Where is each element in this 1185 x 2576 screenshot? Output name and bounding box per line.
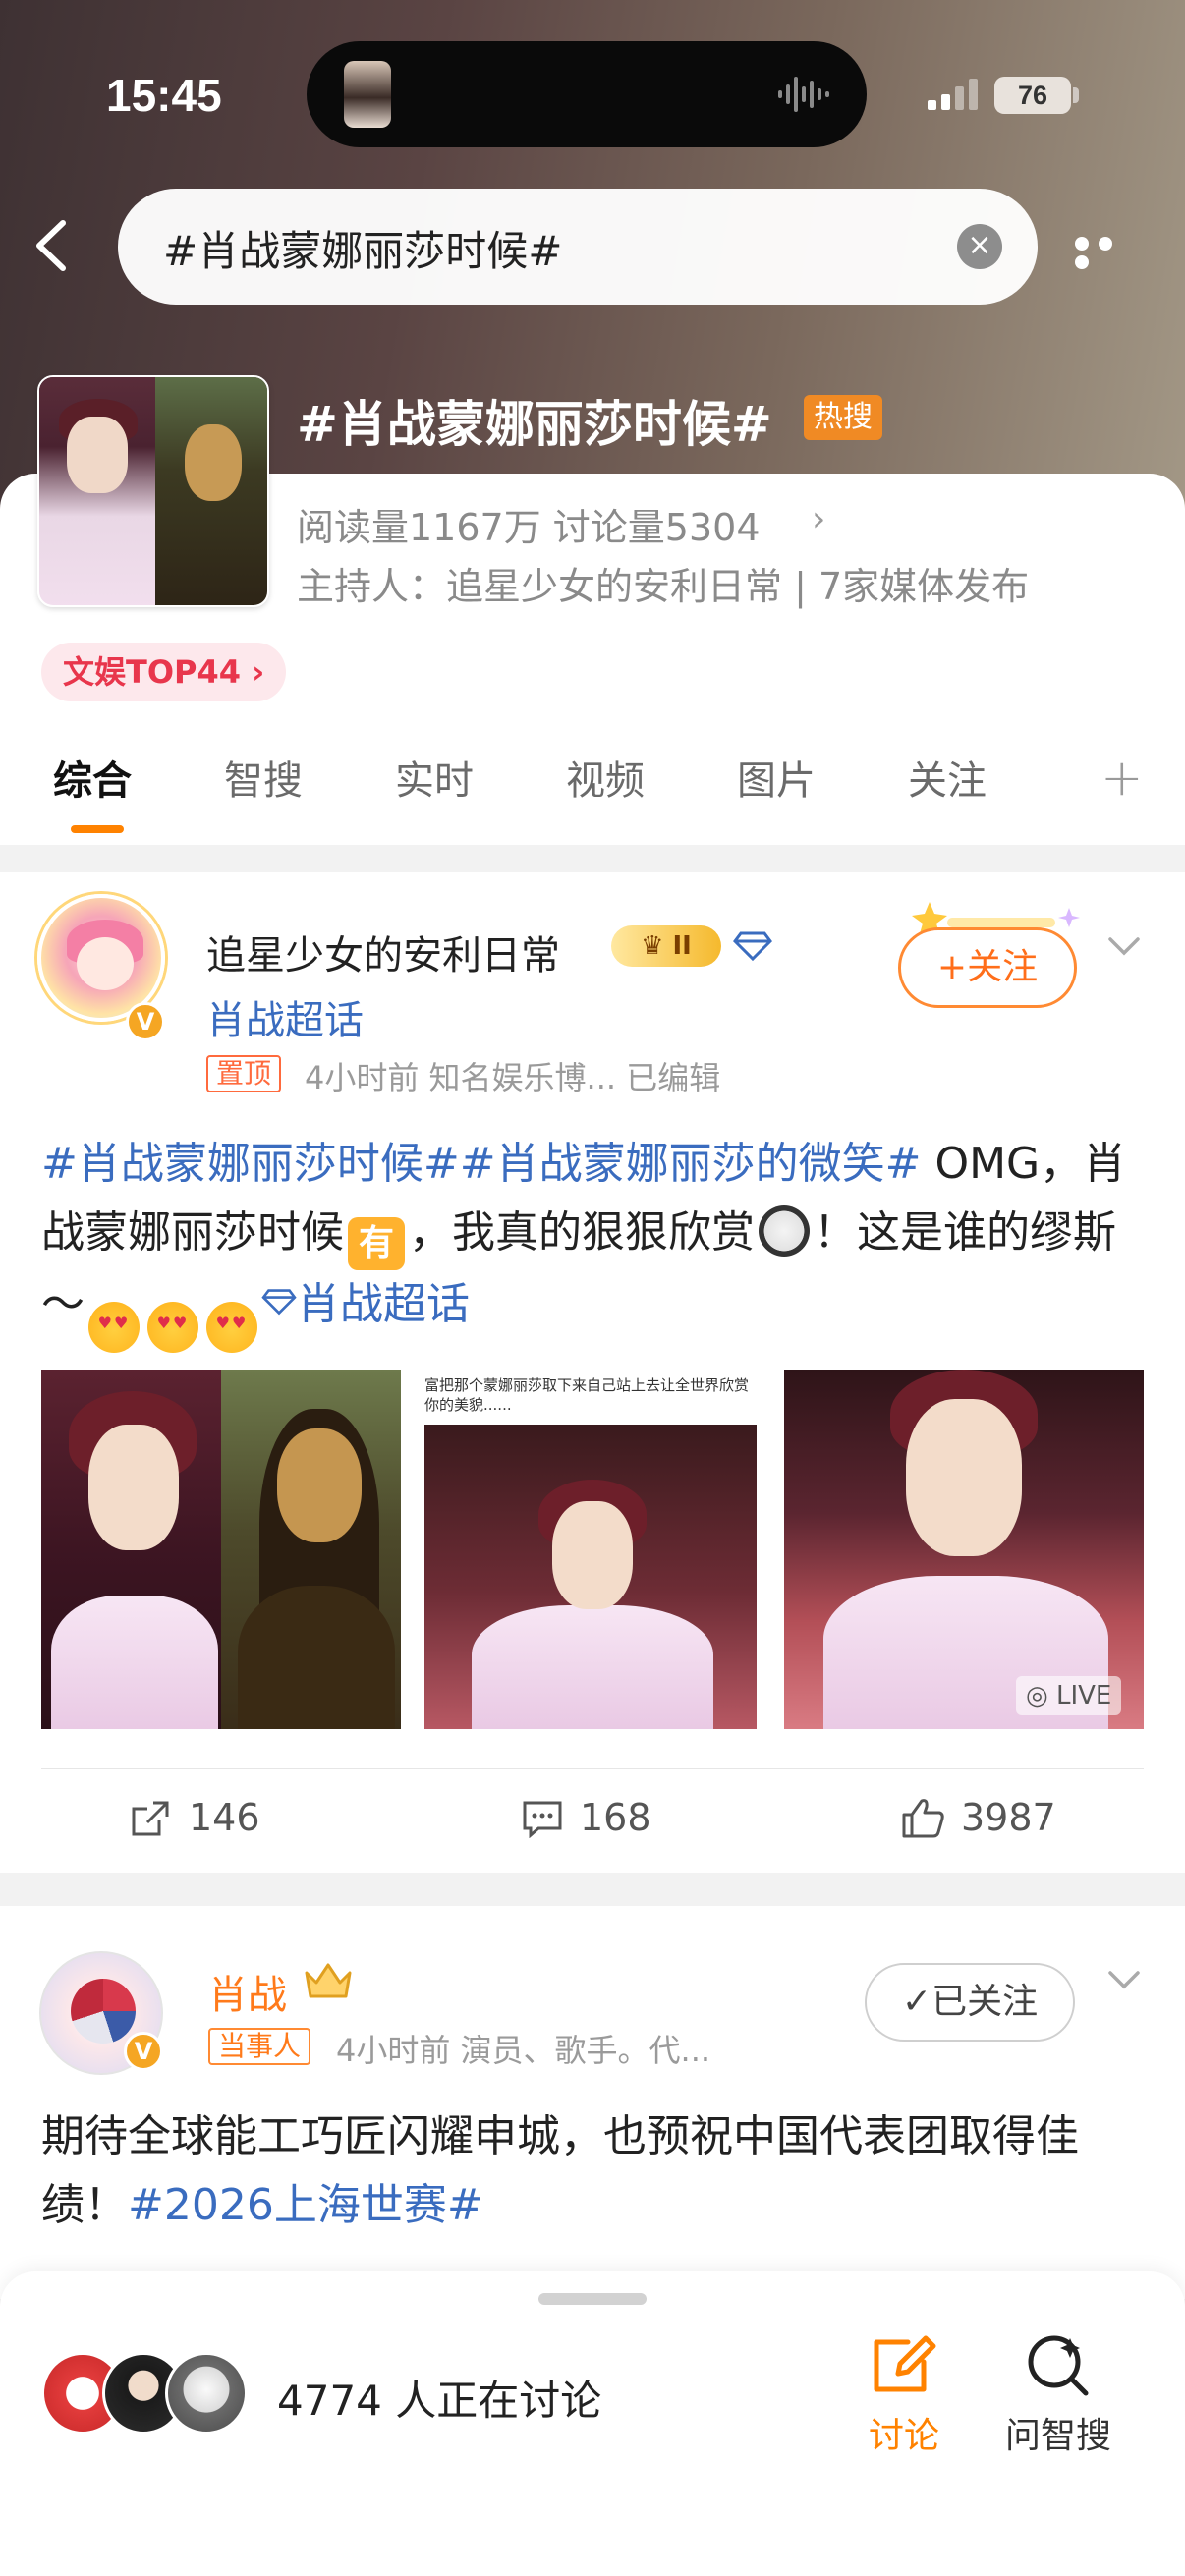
- repost-icon: [132, 1801, 169, 1836]
- comment-button[interactable]: 168: [521, 1796, 651, 1839]
- tab-smart-search[interactable]: 智搜: [224, 749, 303, 806]
- following-button[interactable]: ✓已关注: [865, 1963, 1075, 2042]
- you-emoji-icon: 有: [348, 1217, 405, 1270]
- hashtag-link[interactable]: #肖战蒙娜丽莎时候##肖战蒙娜丽莎的微笑#: [41, 1139, 921, 1189]
- chevron-down-icon[interactable]: [1104, 931, 1144, 961]
- post-author-name[interactable]: 肖战: [208, 1963, 287, 2020]
- heart-eyes-emoji-icon: [88, 1302, 140, 1353]
- post-text-part: ，我真的狠狠欣赏: [409, 1207, 755, 1258]
- audio-wave-icon: [778, 77, 829, 112]
- tab-video[interactable]: 视频: [566, 749, 645, 806]
- discuss-label: 讨论: [868, 2416, 939, 2456]
- image-caption: 富把那个蒙娜丽莎取下来自己站上去让全世界欣赏你的美貌......: [424, 1376, 750, 1414]
- supertopic-link[interactable]: 肖战超话: [297, 1279, 470, 1329]
- verified-badge-icon: V: [126, 1002, 165, 1041]
- heart-eyes-emoji-icon: [206, 1302, 257, 1353]
- more-options-icon[interactable]: [1075, 236, 1144, 269]
- clear-search-icon[interactable]: ×: [957, 224, 1002, 269]
- ranking-badge[interactable]: 文娱TOP44 ›: [41, 643, 287, 701]
- battery-tip: [1073, 87, 1079, 103]
- discussion-count: 4774 人正在讨论: [277, 2377, 602, 2425]
- follow-button[interactable]: +关注: [898, 927, 1077, 1008]
- search-query[interactable]: #肖战蒙娜丽莎时候#: [163, 218, 562, 278]
- cat-emoji-icon: [759, 1205, 810, 1257]
- chevron-right-icon[interactable]: ›: [812, 499, 825, 539]
- discuss-button[interactable]: 讨论: [855, 2330, 953, 2468]
- post-author-name[interactable]: 追星少女的安利日常: [206, 924, 560, 980]
- ask-smart-search-label: 问智搜: [1004, 2416, 1111, 2456]
- topic-cover-image: [37, 375, 269, 607]
- post-meta: 4小时前 演员、歌手。代...: [336, 2032, 711, 2069]
- drag-handle[interactable]: [538, 2293, 647, 2305]
- post-meta: 4小时前 知名娱乐博... 已编辑: [305, 1059, 721, 1096]
- thumbs-up-icon: [902, 1799, 944, 1838]
- hashtag-link[interactable]: #2026上海世赛#: [128, 2180, 483, 2230]
- diamond-icon: [733, 931, 772, 962]
- status-time: 15:45: [106, 70, 222, 121]
- battery-indicator: 76: [994, 77, 1071, 114]
- ask-smart-search-button[interactable]: 问智搜: [994, 2330, 1122, 2468]
- topic-title: #肖战蒙娜丽莎时候#: [297, 396, 772, 453]
- add-tab-icon[interactable]: +: [1100, 749, 1144, 808]
- now-playing-thumbnail: [344, 61, 391, 128]
- post-text[interactable]: #肖战蒙娜丽莎时候##肖战蒙娜丽莎的微笑# OMG，肖战蒙娜丽莎时候有，我真的狠…: [41, 1130, 1152, 1353]
- hot-search-badge: 热搜: [804, 395, 882, 440]
- post-image[interactable]: [41, 1370, 401, 1729]
- topic-host: 主持人：追星少女的安利日常 | 7家媒体发布: [297, 565, 1030, 608]
- tab-images[interactable]: 图片: [737, 749, 816, 806]
- diamond-icon: [261, 1289, 297, 1316]
- post-image[interactable]: 富把那个蒙娜丽莎取下来自己站上去让全世界欣赏你的美貌......: [413, 1370, 772, 1729]
- compose-icon: [874, 2335, 936, 2392]
- comment-icon: [523, 1801, 562, 1839]
- like-button[interactable]: 3987: [900, 1796, 1056, 1839]
- live-photo-badge: ◎ LIVE: [1016, 1676, 1122, 1715]
- avatar: [165, 2352, 248, 2435]
- crown-level-badge: ♛ II: [611, 925, 721, 967]
- involved-party-badge: 当事人: [208, 2028, 311, 2065]
- post-text[interactable]: 期待全球能工巧匠闪耀申城，也预祝中国代表团取得佳绩！#2026上海世赛#: [41, 2102, 1152, 2240]
- cellular-signal-icon: [928, 79, 978, 110]
- smart-search-icon: [1028, 2335, 1089, 2396]
- topic-tabs: 综合 智搜 实时 视频 图片 关注: [0, 749, 1185, 827]
- chevron-down-icon[interactable]: [1104, 1965, 1144, 1994]
- heart-eyes-emoji-icon: [147, 1302, 198, 1353]
- crown-icon: [305, 1963, 352, 1998]
- tab-following[interactable]: 关注: [908, 749, 987, 806]
- active-tab-indicator: [71, 825, 124, 833]
- tab-realtime[interactable]: 实时: [395, 749, 474, 806]
- section-divider: [0, 845, 1185, 872]
- section-divider: [0, 1873, 1185, 1906]
- topic-stats[interactable]: 阅读量1167万 讨论量5304: [297, 497, 761, 551]
- verified-badge-icon: V: [124, 2032, 163, 2071]
- repost-button[interactable]: 146: [130, 1796, 260, 1839]
- tab-comprehensive[interactable]: 综合: [53, 749, 132, 806]
- back-arrow-icon[interactable]: [29, 211, 79, 280]
- pinned-badge: 置顶: [206, 1055, 282, 1092]
- divider: [41, 1768, 1144, 1769]
- supertopic-link[interactable]: 肖战超话: [206, 988, 364, 1045]
